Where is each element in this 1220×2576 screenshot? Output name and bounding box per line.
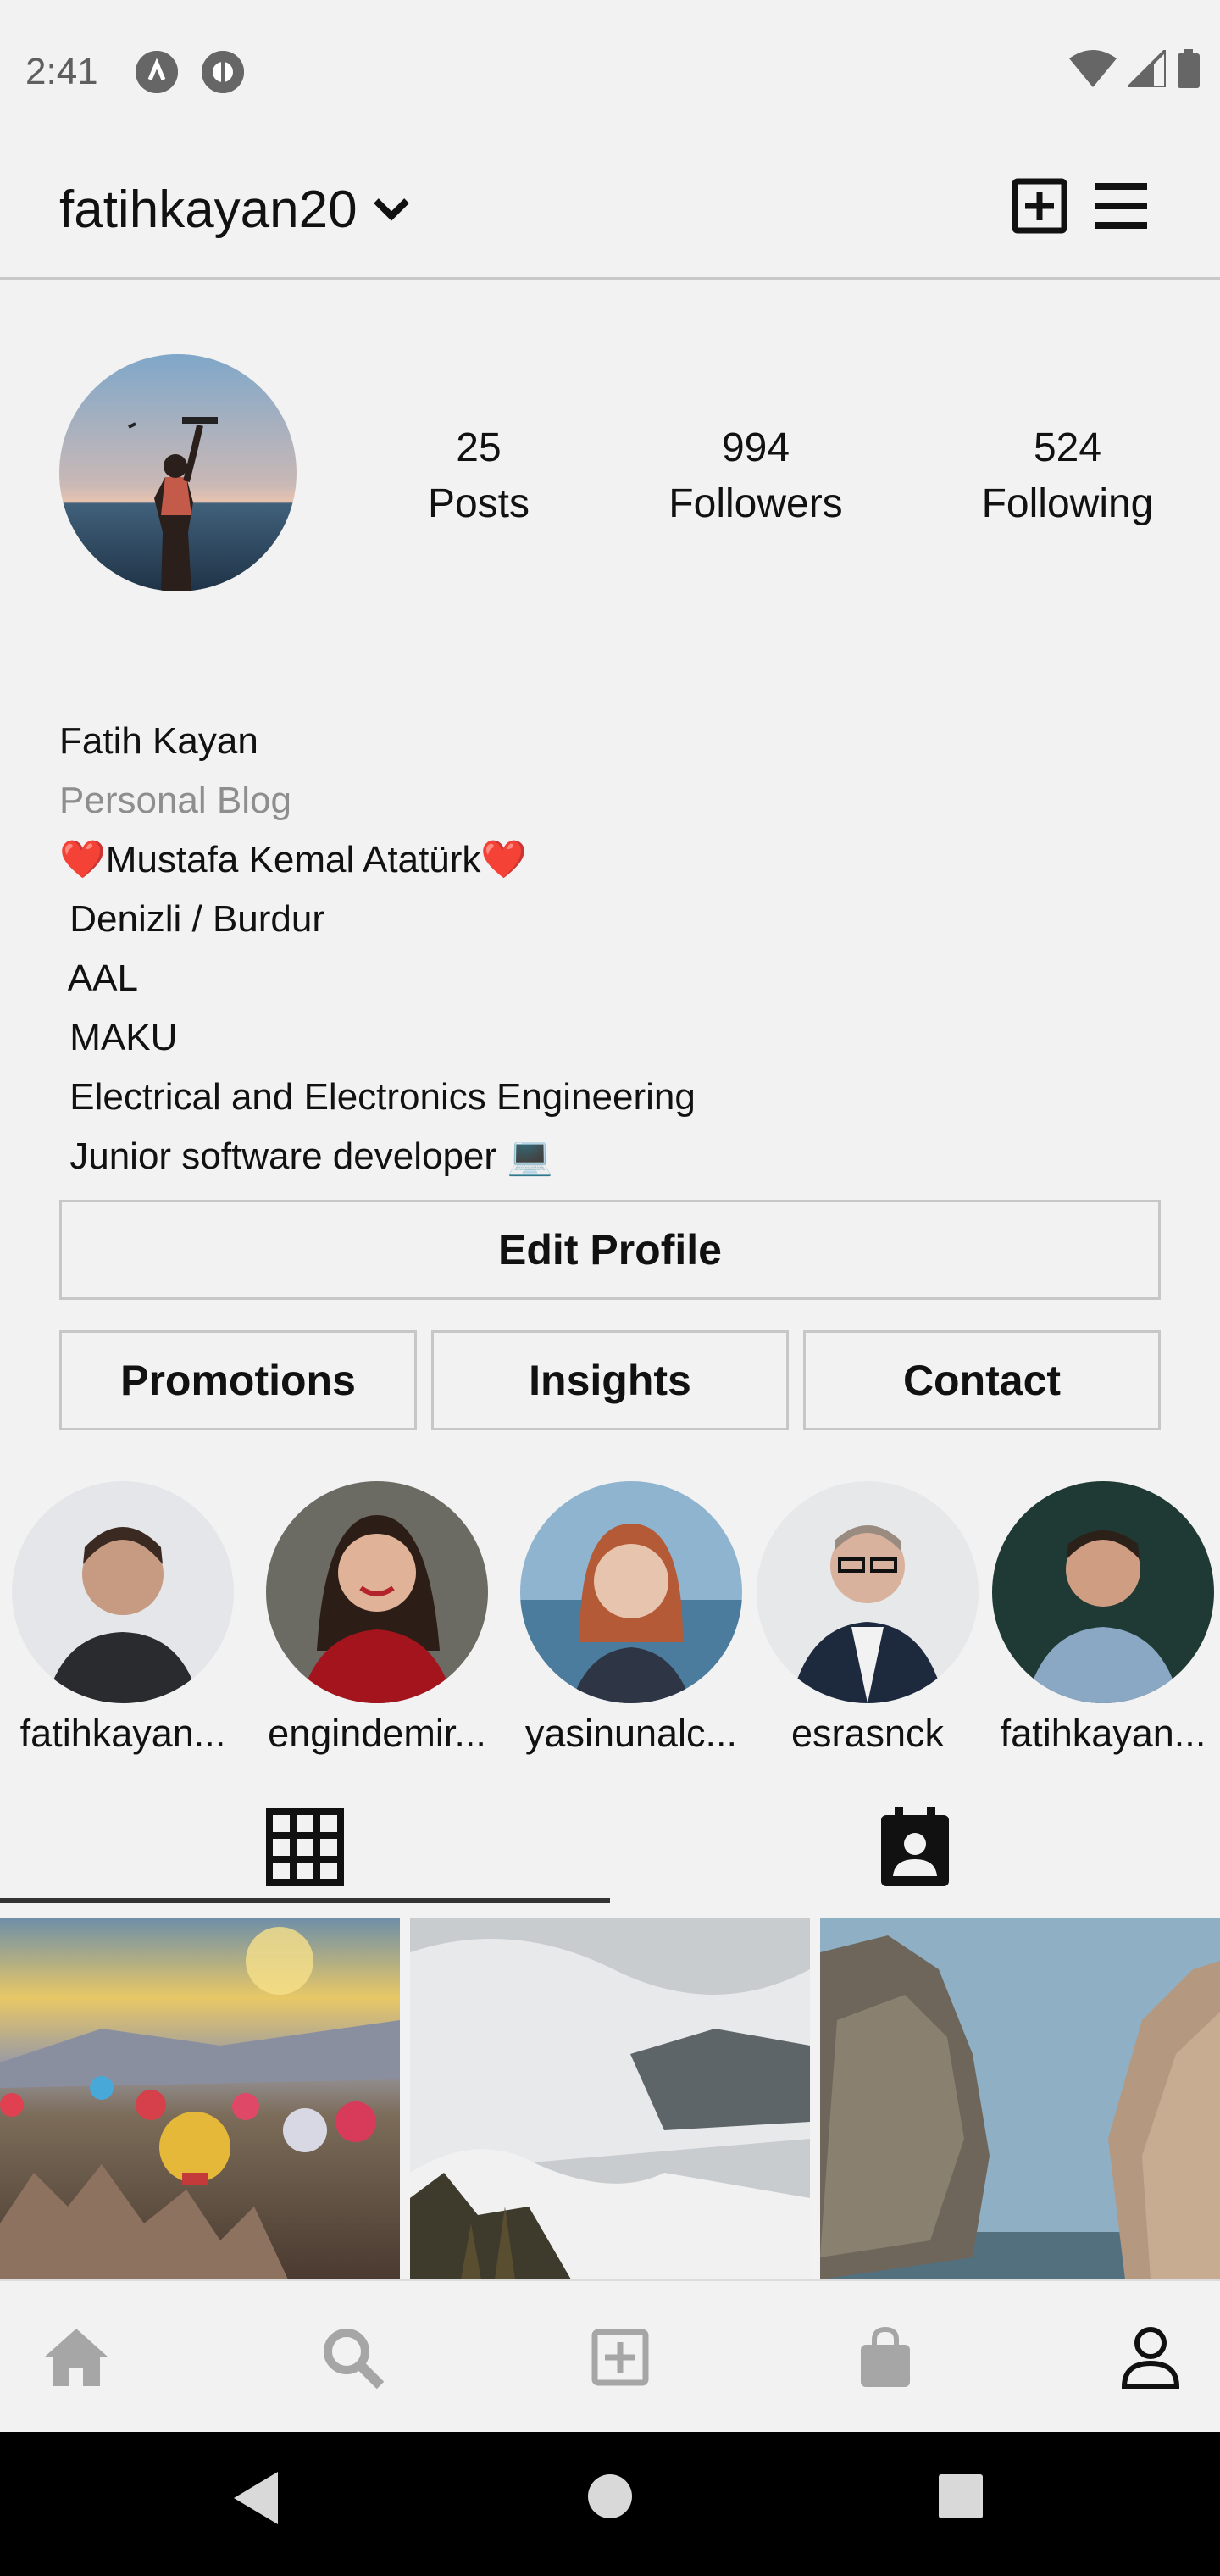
bio-line: Electrical and Electronics Engineering bbox=[59, 1076, 696, 1118]
recents-icon[interactable] bbox=[937, 2473, 984, 2520]
insights-button[interactable]: Insights bbox=[431, 1330, 789, 1430]
bio-line: AAL bbox=[59, 958, 138, 999]
highlight-avatar bbox=[520, 1481, 742, 1703]
bio-line: Junior software developer 💻 bbox=[59, 1135, 554, 1177]
post-thumbnail[interactable] bbox=[0, 1918, 400, 2279]
post-thumbnail[interactable] bbox=[410, 1918, 810, 2279]
highlight-item[interactable]: yasinunalc... bbox=[519, 1481, 743, 1756]
profile-bio: Fatih Kayan Personal Blog ❤️Mustafa Kema… bbox=[59, 712, 1178, 1186]
profile-name: Fatih Kayan bbox=[59, 720, 258, 762]
profile-top-bar: fatihkayan20 bbox=[0, 146, 1220, 280]
posts-count: 25 bbox=[456, 425, 502, 470]
bio-line: Denizli / Burdur bbox=[59, 898, 325, 940]
menu-icon[interactable] bbox=[1093, 178, 1149, 234]
highlight-avatar bbox=[12, 1481, 234, 1703]
profile-tabs bbox=[0, 1788, 1220, 1907]
highlight-item[interactable]: engindemir... bbox=[265, 1481, 489, 1756]
posts-stat[interactable]: 25 Posts bbox=[407, 420, 551, 532]
home-icon bbox=[44, 2329, 108, 2386]
highlight-item[interactable]: fatihkayan... bbox=[11, 1481, 235, 1756]
nav-search[interactable] bbox=[319, 2323, 386, 2391]
highlight-avatar bbox=[266, 1481, 488, 1703]
nav-add-post[interactable] bbox=[586, 2323, 654, 2391]
grid-icon bbox=[266, 1808, 344, 1886]
system-navigation-bar bbox=[0, 2432, 1220, 2576]
followers-label: Followers bbox=[668, 481, 843, 526]
shop-bag-icon bbox=[861, 2326, 910, 2387]
chevron-down-icon bbox=[373, 197, 409, 221]
active-tab-indicator bbox=[0, 1898, 610, 1903]
status-time: 2:41 bbox=[25, 51, 98, 92]
app-notification-icon bbox=[202, 51, 244, 93]
tab-tagged[interactable] bbox=[610, 1788, 1220, 1907]
nav-shop[interactable] bbox=[851, 2323, 919, 2391]
add-post-icon bbox=[591, 2329, 649, 2386]
nav-home[interactable] bbox=[42, 2323, 110, 2391]
following-count: 524 bbox=[1033, 425, 1102, 470]
following-label: Following bbox=[981, 481, 1154, 526]
nav-profile[interactable] bbox=[1117, 2323, 1184, 2391]
back-icon[interactable] bbox=[232, 2470, 280, 2526]
bio-line: ❤️Mustafa Kemal Atatürk❤️ bbox=[59, 839, 528, 880]
highlight-avatar bbox=[992, 1481, 1214, 1703]
highlight-label: yasinunalc... bbox=[524, 1712, 738, 1755]
promotions-button[interactable]: Promotions bbox=[59, 1330, 417, 1430]
battery-icon bbox=[1178, 49, 1200, 88]
profile-avatar[interactable] bbox=[59, 354, 297, 591]
username-label: fatihkayan20 bbox=[59, 180, 358, 239]
cell-signal-icon bbox=[1128, 50, 1166, 87]
home-circle-icon[interactable] bbox=[586, 2473, 634, 2520]
highlight-label: fatihkayan... bbox=[1000, 1712, 1206, 1755]
post-thumbnail[interactable] bbox=[820, 1918, 1220, 2279]
bottom-navigation bbox=[0, 2279, 1220, 2432]
edit-profile-button[interactable]: Edit Profile bbox=[59, 1200, 1161, 1300]
search-icon bbox=[324, 2329, 384, 2389]
bio-line: MAKU bbox=[59, 1017, 178, 1058]
new-post-icon[interactable] bbox=[1012, 178, 1068, 234]
highlight-avatar bbox=[757, 1481, 979, 1703]
tagged-contact-icon bbox=[881, 1807, 949, 1886]
posts-label: Posts bbox=[427, 481, 530, 526]
profile-icon bbox=[1121, 2327, 1180, 2389]
status-bar: 2:41 bbox=[0, 0, 1220, 146]
following-stat[interactable]: 524 Following bbox=[966, 420, 1169, 532]
highlight-label: esrasnck bbox=[790, 1712, 945, 1755]
wifi-icon bbox=[1069, 50, 1117, 87]
followers-stat[interactable]: 994 Followers bbox=[654, 420, 857, 532]
app-notification-icon bbox=[136, 51, 178, 93]
highlight-label: fatihkayan... bbox=[19, 1712, 226, 1755]
highlight-item[interactable]: esrasnck bbox=[756, 1481, 979, 1756]
followers-count: 994 bbox=[721, 425, 790, 470]
highlight-label: engindemir... bbox=[268, 1712, 486, 1755]
profile-category: Personal Blog bbox=[59, 780, 291, 821]
posts-grid bbox=[0, 1918, 1220, 2279]
tab-posts-grid[interactable] bbox=[0, 1788, 610, 1907]
contact-button[interactable]: Contact bbox=[803, 1330, 1161, 1430]
account-switcher[interactable]: fatihkayan20 bbox=[59, 180, 410, 240]
highlight-item[interactable]: fatihkayan... bbox=[991, 1481, 1215, 1756]
